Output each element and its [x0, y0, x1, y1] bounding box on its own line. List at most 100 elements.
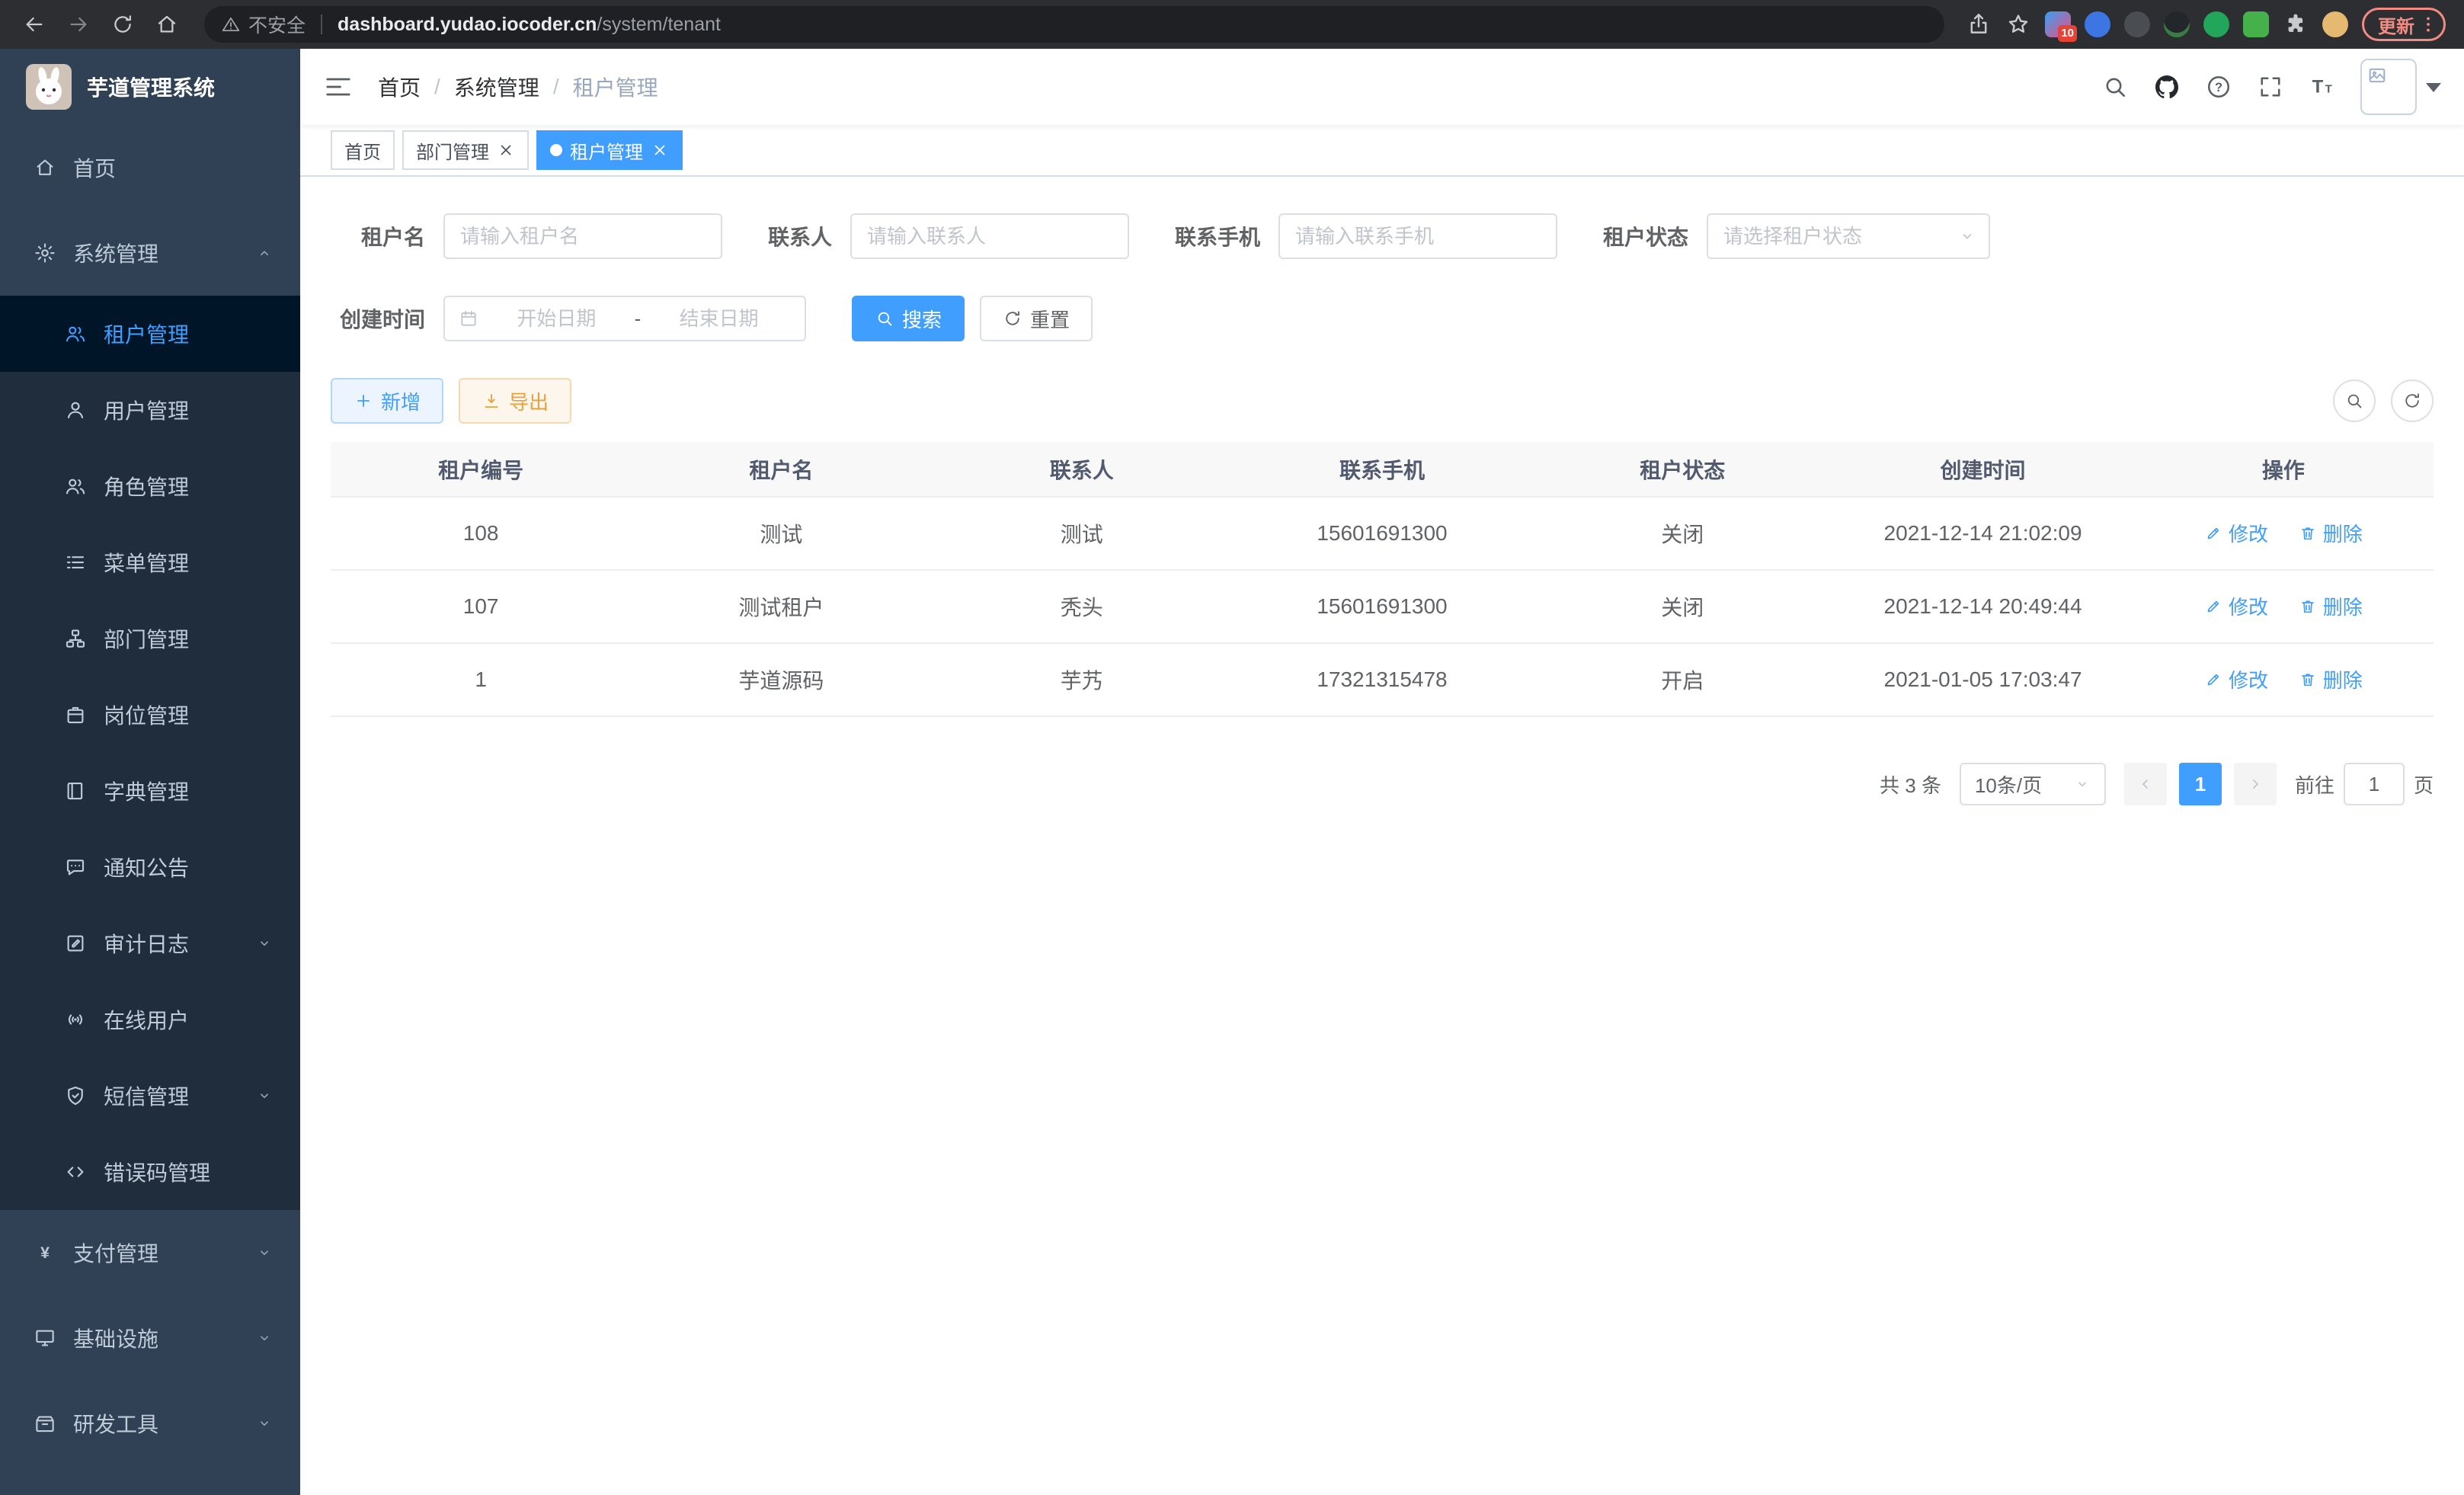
- sidebar-item-system-management[interactable]: 系统管理: [0, 210, 300, 296]
- reset-button[interactable]: 重置: [980, 296, 1093, 341]
- main-area: 首页 / 系统管理 / 租户管理 首页: [300, 49, 2464, 1495]
- chevron-down-icon: [256, 1087, 273, 1104]
- extension-icon[interactable]: 10: [2045, 11, 2071, 37]
- date-range-picker[interactable]: -: [443, 296, 806, 341]
- date-start-input[interactable]: [485, 307, 629, 331]
- table-row: 1 芋道源码 芋艿 17321315478 开启 2021-01-05 17:0…: [331, 643, 2434, 716]
- page-goto-input[interactable]: [2344, 763, 2405, 805]
- sidebar-item-label: 错误码管理: [104, 1157, 210, 1187]
- search-button[interactable]: 搜索: [852, 296, 965, 341]
- page-size-select[interactable]: 10条/页: [1960, 763, 2106, 805]
- sidebar-item-label: 短信管理: [104, 1080, 189, 1111]
- browser-profile-avatar[interactable]: [2322, 11, 2348, 37]
- share-icon[interactable]: [1966, 11, 1992, 37]
- sidebar-item-notice-announcement[interactable]: 通知公告: [0, 829, 300, 905]
- sidebar-item-tenant-management[interactable]: 租户管理: [0, 296, 300, 372]
- update-label: 更新: [2378, 11, 2414, 38]
- browser-back-button[interactable]: [12, 2, 56, 46]
- close-icon[interactable]: [651, 141, 669, 159]
- cell-tenant-name: 测试: [631, 497, 931, 570]
- tenant-status-select-input[interactable]: [1707, 213, 1990, 259]
- date-end-input[interactable]: [647, 307, 791, 331]
- bookmark-star-icon[interactable]: [2005, 11, 2031, 37]
- extension-icon[interactable]: [2243, 11, 2269, 37]
- font-size-icon[interactable]: [2309, 73, 2336, 101]
- edit-button[interactable]: 修改: [2204, 665, 2268, 693]
- contact-phone-input[interactable]: [1278, 213, 1557, 259]
- edit-button[interactable]: 修改: [2204, 592, 2268, 620]
- sidebar-item-menu-management[interactable]: 菜单管理: [0, 524, 300, 600]
- cell-status: 关闭: [1532, 497, 1832, 570]
- delete-button[interactable]: 删除: [2299, 665, 2363, 693]
- contact-phone-label: 联系手机: [1175, 221, 1260, 251]
- sidebar-item-user-management[interactable]: 用户管理: [0, 372, 300, 448]
- refresh-table-button[interactable]: [2391, 379, 2434, 422]
- active-tab-dot: [550, 144, 562, 156]
- address-bar[interactable]: 不安全 dashboard.yudao.iocoder.cn/system/te…: [204, 6, 1944, 43]
- sidebar-item-sms-management[interactable]: 短信管理: [0, 1058, 300, 1134]
- breadcrumb-system[interactable]: 系统管理: [454, 72, 539, 102]
- browser-reload-button[interactable]: [101, 2, 145, 46]
- sidebar-item-post-management[interactable]: 岗位管理: [0, 677, 300, 753]
- app-logo[interactable]: 芋道管理系统: [0, 49, 300, 125]
- tab-dept-management[interactable]: 部门管理: [402, 130, 529, 170]
- monitor-icon: [34, 1327, 56, 1349]
- extension-icon[interactable]: [2124, 11, 2150, 37]
- page-number-button[interactable]: 1: [2179, 763, 2222, 805]
- tab-tenant-management[interactable]: 租户管理: [536, 130, 683, 170]
- extensions-puzzle-icon[interactable]: [2283, 11, 2309, 37]
- next-page-button[interactable]: [2234, 763, 2277, 805]
- cell-actions: 修改 删除: [2133, 570, 2434, 643]
- extension-icon[interactable]: [2085, 11, 2110, 37]
- tags-view-bar: 首页 部门管理 租户管理: [300, 125, 2464, 177]
- fullscreen-icon[interactable]: [2257, 73, 2284, 101]
- tenant-status-select[interactable]: [1707, 213, 1990, 259]
- site-security-chip[interactable]: 不安全: [221, 11, 306, 38]
- refresh-icon: [2402, 391, 2422, 411]
- breadcrumb-home[interactable]: 首页: [378, 72, 421, 102]
- sidebar-item-error-code-management[interactable]: 错误码管理: [0, 1134, 300, 1210]
- book-icon: [64, 780, 87, 802]
- sidebar-item-dept-management[interactable]: 部门管理: [0, 600, 300, 677]
- calendar-icon: [459, 309, 478, 328]
- sidebar-item-home[interactable]: 首页: [0, 125, 300, 210]
- extension-icon[interactable]: [2203, 11, 2229, 37]
- add-button[interactable]: 新增: [331, 378, 443, 424]
- github-icon[interactable]: [2153, 73, 2181, 101]
- shield-icon: [64, 1084, 87, 1107]
- sidebar: 芋道管理系统 首页 系统管理 租户管理 用户管理 角色管理: [0, 49, 300, 1495]
- pagination-goto: 前往 页: [2295, 763, 2434, 805]
- edit-button[interactable]: 修改: [2204, 519, 2268, 547]
- help-question-icon[interactable]: [2205, 73, 2232, 101]
- sidebar-item-dev-tools[interactable]: 研发工具: [0, 1381, 300, 1466]
- user-avatar-menu[interactable]: [2360, 59, 2441, 115]
- tenant-name-input[interactable]: [443, 213, 722, 259]
- delete-button[interactable]: 删除: [2299, 519, 2363, 547]
- hamburger-icon[interactable]: [323, 72, 354, 102]
- browser-home-button[interactable]: [145, 2, 189, 46]
- chrome-update-button[interactable]: 更新: [2362, 8, 2446, 41]
- sidebar-item-infrastructure[interactable]: 基础设施: [0, 1295, 300, 1381]
- add-button-label: 新增: [381, 387, 421, 415]
- tab-home[interactable]: 首页: [331, 130, 395, 170]
- sidebar-item-dict-management[interactable]: 字典管理: [0, 753, 300, 829]
- tab-label: 首页: [344, 137, 381, 164]
- close-icon[interactable]: [497, 141, 515, 159]
- toggle-search-button[interactable]: [2333, 379, 2376, 422]
- extension-icon[interactable]: [2164, 11, 2190, 37]
- prev-page-button[interactable]: [2124, 763, 2167, 805]
- trash-icon: [2299, 671, 2317, 689]
- sidebar-item-online-users[interactable]: 在线用户: [0, 981, 300, 1058]
- sidebar-item-audit-log[interactable]: 审计日志: [0, 905, 300, 981]
- sidebar-item-role-management[interactable]: 角色管理: [0, 448, 300, 524]
- sidebar-item-payment-management[interactable]: 支付管理: [0, 1210, 300, 1295]
- delete-button[interactable]: 删除: [2299, 592, 2363, 620]
- search-icon[interactable]: [2101, 73, 2129, 101]
- users-icon: [64, 475, 87, 498]
- trash-icon: [2299, 597, 2317, 616]
- contact-input[interactable]: [850, 213, 1129, 259]
- browser-toolbar-right: 10 更新: [1960, 8, 2452, 41]
- export-button[interactable]: 导出: [459, 378, 571, 424]
- col-status: 租户状态: [1532, 442, 1832, 497]
- browser-forward-button[interactable]: [56, 2, 101, 46]
